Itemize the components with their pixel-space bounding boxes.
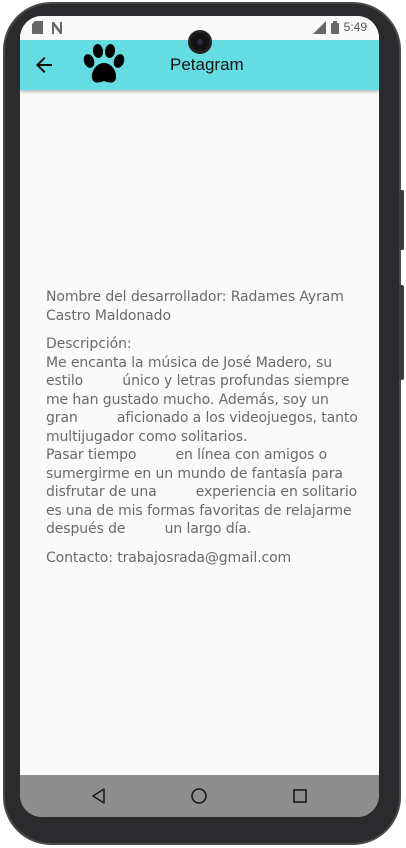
- nav-back-button[interactable]: [90, 787, 108, 805]
- navigation-bar: [20, 775, 379, 817]
- front-camera: [188, 30, 212, 54]
- paw-icon: [83, 44, 125, 83]
- back-triangle-icon: [92, 788, 105, 804]
- logo: [82, 44, 126, 86]
- description-text: Descripción: Me encanta la música de Jos…: [46, 336, 358, 537]
- power-button: [399, 190, 404, 250]
- nav-home-button[interactable]: [190, 787, 208, 805]
- recents-square-icon: [293, 789, 307, 803]
- battery-icon: [330, 20, 339, 34]
- status-left-icons: [32, 21, 63, 34]
- home-circle-icon: [191, 788, 207, 804]
- app-title: Petagram: [170, 55, 244, 74]
- notification-n-icon: [52, 21, 62, 34]
- sd-card-icon: [32, 21, 43, 34]
- about-content: Nombre del desarrollador: Radames Ayram …: [46, 288, 358, 577]
- status-right-icons: 5:49: [312, 20, 367, 34]
- developer-name: Nombre del desarrollador: Radames Ayram …: [46, 289, 349, 324]
- back-button[interactable]: [32, 53, 56, 77]
- arrow-back-icon: [36, 57, 52, 73]
- screen: 5:49 Petagram Nombre del desarrollador: …: [20, 16, 379, 817]
- nav-recents-button[interactable]: [291, 787, 309, 805]
- status-time: 5:49: [343, 20, 367, 34]
- contact-text: Contacto: trabajosrada@gmail.com: [46, 549, 292, 566]
- volume-button: [399, 285, 404, 380]
- signal-icon: [312, 20, 326, 34]
